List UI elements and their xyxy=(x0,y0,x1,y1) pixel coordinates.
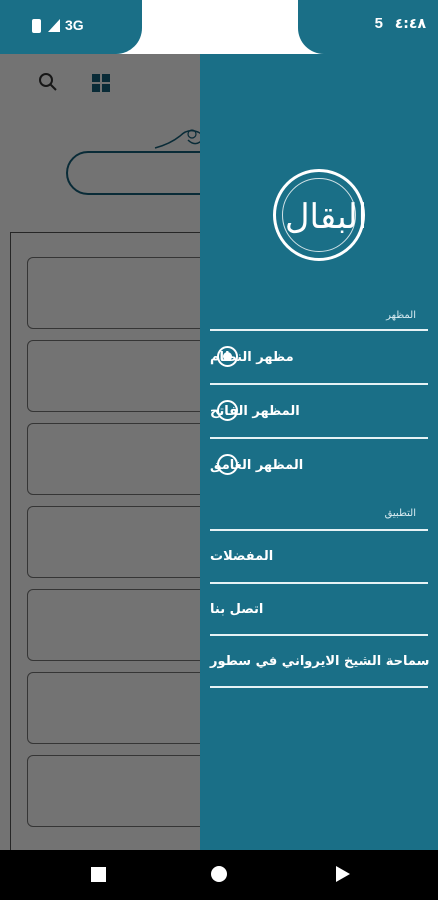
network-type: 3G xyxy=(65,17,84,33)
menu-item-contact-us[interactable]: اتصل بنا xyxy=(210,584,428,634)
divider xyxy=(210,329,428,331)
menu-item-label: سماحة الشيخ الايرواني في سطور xyxy=(210,653,430,669)
radio-unchecked-icon[interactable] xyxy=(217,454,238,475)
divider xyxy=(210,686,428,688)
radio-checked-icon[interactable] xyxy=(217,346,238,367)
logo-calligraphy: البقال xyxy=(284,197,368,237)
logo-ring: البقال xyxy=(282,178,367,252)
status-bar-right: 5 ٤:٤٨ xyxy=(298,0,438,54)
menu-item-label: المفضلات xyxy=(210,548,274,564)
theme-option-system[interactable]: مظهر النظام xyxy=(210,332,428,382)
clock: ٤:٤٨ xyxy=(394,16,426,32)
divider xyxy=(210,383,428,385)
system-nav-bar xyxy=(0,850,438,900)
menu-item-favorites[interactable]: المفضلات xyxy=(210,531,428,581)
theme-option-light[interactable]: المظهر الفاتح xyxy=(210,386,428,436)
notification-badge: 5 xyxy=(374,15,383,32)
battery-icon xyxy=(32,19,41,33)
menu-item-label: اتصل بنا xyxy=(210,601,264,617)
app-section-header: التطبيق xyxy=(384,508,416,519)
status-bar-left: 3G xyxy=(0,0,142,54)
divider xyxy=(210,437,428,439)
signal-icon xyxy=(48,19,60,32)
radio-unchecked-icon[interactable] xyxy=(217,400,238,421)
app-logo: البقال xyxy=(273,169,367,261)
back-triangle-icon[interactable] xyxy=(336,866,350,882)
menu-item-about-sheikh[interactable]: سماحة الشيخ الايرواني في سطور xyxy=(210,636,430,686)
navigation-drawer: البقال المظهر مظهر النظام المظهر الفاتح … xyxy=(200,54,438,850)
recents-square-icon[interactable] xyxy=(91,867,106,882)
home-circle-icon[interactable] xyxy=(211,866,227,882)
status-bar: 3G 5 ٤:٤٨ xyxy=(0,0,438,54)
theme-option-dark[interactable]: المظهر الغامق xyxy=(210,440,428,490)
appearance-section-header: المظهر xyxy=(386,310,416,321)
